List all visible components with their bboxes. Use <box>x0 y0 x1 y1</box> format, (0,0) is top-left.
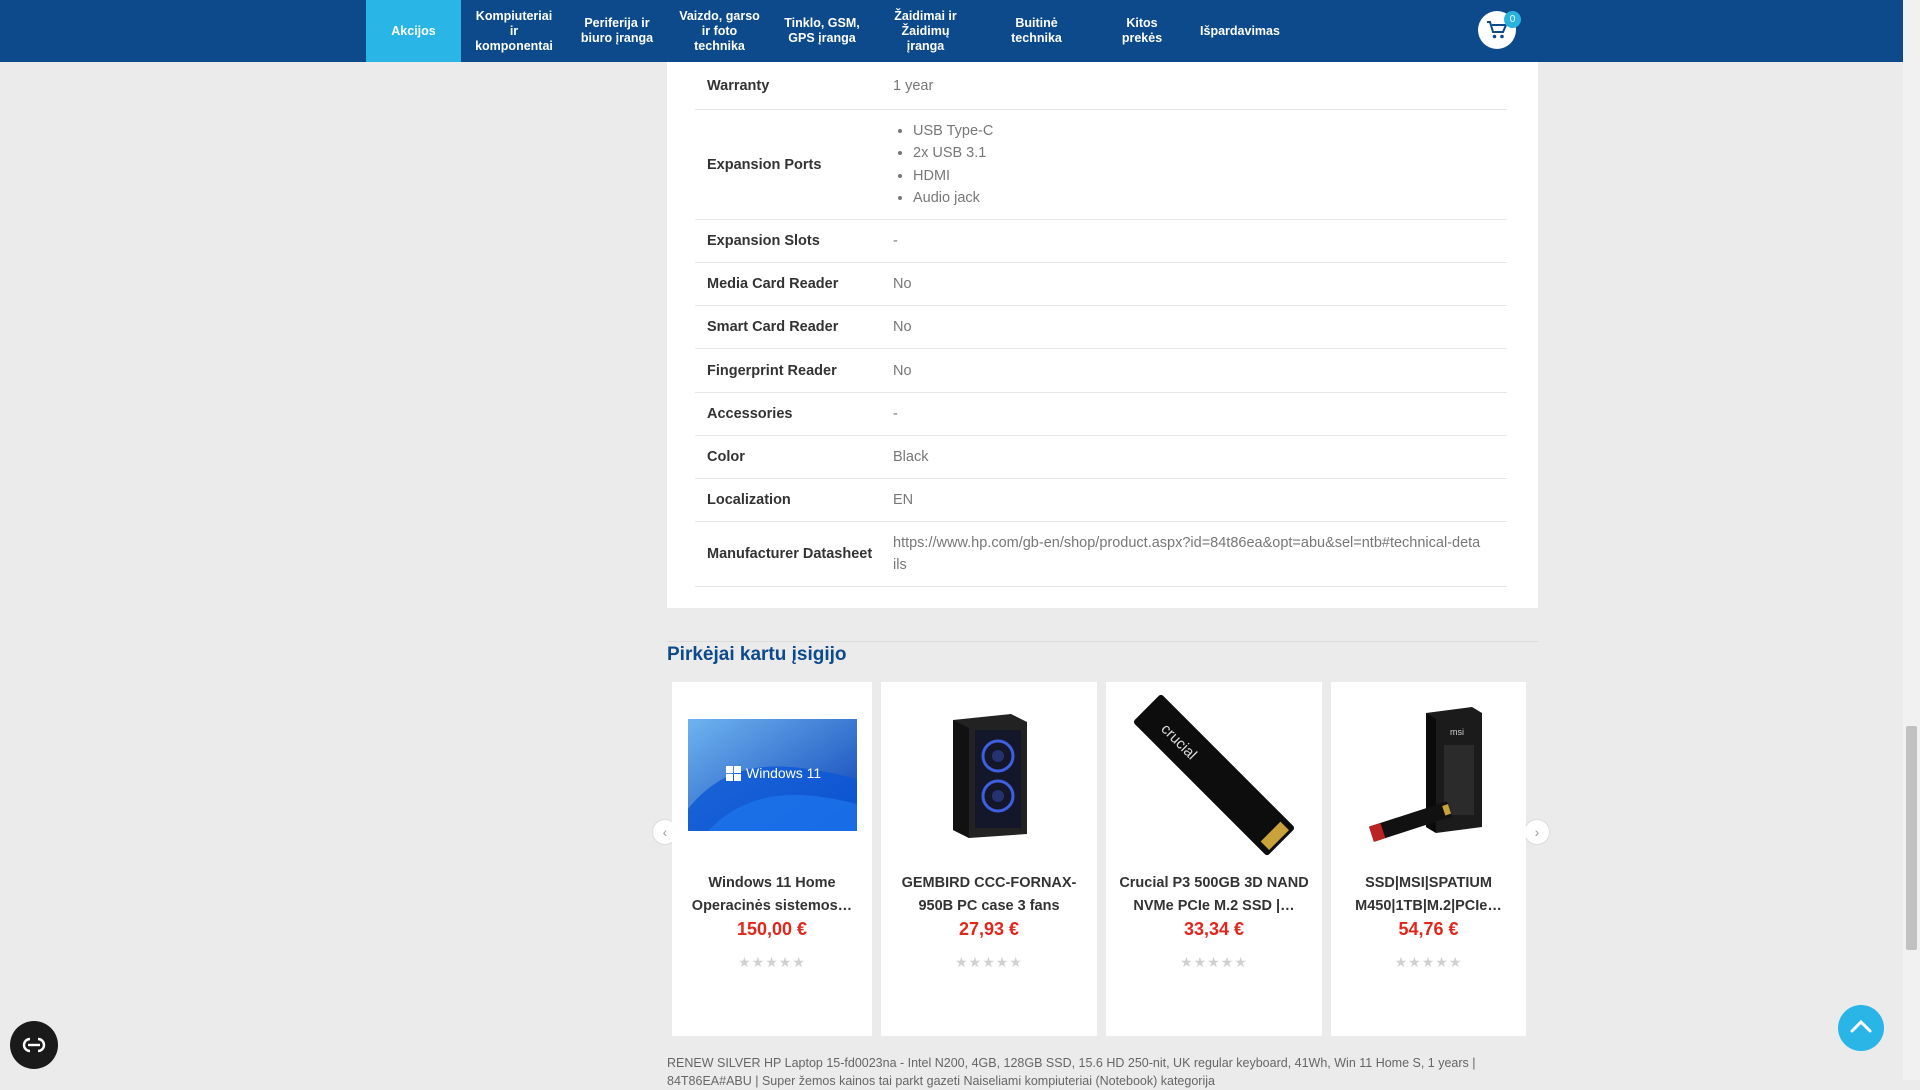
spec-table: Warranty 1 year Expansion Ports USB Type… <box>695 62 1507 587</box>
spec-label: Warranty <box>707 77 770 94</box>
product-image-windows-11[interactable]: Windows 11 <box>672 682 872 868</box>
svg-text:Windows 11: Windows 11 <box>746 765 821 781</box>
nav-item-vaizdo[interactable]: Vaizdo, garso ir foto technika <box>667 0 772 62</box>
spec-row-smart-card-reader: Smart Card Reader No <box>695 306 1507 349</box>
spec-row-warranty: Warranty 1 year <box>695 62 1507 110</box>
spec-row-expansion-ports: Expansion Ports USB Type-C 2x USB 3.1 HD… <box>695 110 1507 220</box>
nav-item-ispardavimas[interactable]: Išpardavimas <box>1190 0 1290 62</box>
spec-label: Localization <box>707 492 791 508</box>
list-item: Audio jack <box>913 187 993 210</box>
spec-value: No <box>893 276 912 292</box>
nav-item-akcijos[interactable]: Akcijos <box>366 0 461 62</box>
product-price: 150,00 € <box>736 919 808 939</box>
spec-label: Expansion Slots <box>707 233 820 249</box>
spec-label: Color <box>707 449 745 465</box>
product-card[interactable]: Windows 11 Windows 11 Home Operacinės si… <box>672 682 872 1036</box>
list-item: 2x USB 3.1 <box>913 142 993 165</box>
spec-row-media-card-reader: Media Card Reader No <box>695 263 1507 306</box>
nav-item-kompiuteriai[interactable]: Kompiuteriai ir komponentai <box>461 0 567 62</box>
nav-item-buitine[interactable]: Buitinė technika <box>979 0 1094 62</box>
spec-value: Black <box>893 449 929 465</box>
svg-text:msi: msi <box>1450 727 1464 737</box>
spec-label: Accessories <box>707 406 793 422</box>
nav-item-periferija[interactable]: Periferija ir biuro įranga <box>567 0 667 62</box>
product-card[interactable]: crucial Crucial P3 500GB 3D NAND NVMe PC… <box>1106 682 1322 1036</box>
rating-stars: ★★★★★ <box>955 954 1023 970</box>
cart-count-badge: 0 <box>1504 11 1521 28</box>
nav-item-kitos[interactable]: Kitos prekės <box>1094 0 1190 62</box>
product-card[interactable]: GEMBIRD CCC-FORNAX-950B PC case 3 fans 2… <box>881 682 1097 1036</box>
spec-value: - <box>893 406 898 422</box>
spec-value: No <box>893 362 912 379</box>
related-products-title: Pirkėjai kartu įsigijo <box>667 644 847 665</box>
spec-label: Smart Card Reader <box>707 319 839 335</box>
product-image-crucial-ssd[interactable]: crucial <box>1106 682 1322 868</box>
list-item: USB Type-C <box>913 120 993 143</box>
rating-stars: ★★★★★ <box>1180 954 1248 970</box>
rating-stars: ★★★★★ <box>1394 954 1463 970</box>
spec-row-fingerprint-reader: Fingerprint Reader No <box>695 349 1507 393</box>
spec-label: Manufacturer Datasheet <box>707 546 873 562</box>
product-card[interactable]: msi SSD|MSI|SPATIUM M450|1TB|M.2|PCIe… 5… <box>1331 682 1526 1036</box>
product-description-footer: RENEW SILVER HP Laptop 15-fd0023na - Int… <box>667 1056 1476 1088</box>
accessibility-icon <box>22 1037 46 1053</box>
spec-label: Media Card Reader <box>707 276 839 292</box>
carousel-next-button[interactable]: › <box>1524 819 1550 845</box>
accessibility-button[interactable] <box>10 1021 58 1069</box>
top-navigation-bar: Akcijos Kompiuteriai ir komponentai Peri… <box>0 0 1903 62</box>
product-name[interactable]: SSD|MSI|SPATIUM M450|1TB|M.2|PCIe… <box>1341 872 1516 917</box>
product-name[interactable]: Crucial P3 500GB 3D NAND NVMe PCIe M.2 S… <box>1116 872 1312 917</box>
product-price: 27,93 € <box>958 919 1020 939</box>
chevron-right-icon: › <box>1534 824 1540 840</box>
product-price: 54,76 € <box>1398 919 1459 939</box>
spec-value: USB Type-C 2x USB 3.1 HDMI Audio jack <box>893 110 1507 219</box>
expansion-ports-list: USB Type-C 2x USB 3.1 HDMI Audio jack <box>893 120 993 210</box>
product-name[interactable]: Windows 11 Home Operacinės sistemos… <box>682 872 862 917</box>
spec-value: https://www.hp.com/gb-en/shop/product.as… <box>893 522 1507 586</box>
spec-value: No <box>893 319 912 335</box>
rating-stars: ★★★★★ <box>738 954 806 970</box>
spec-row-accessories: Accessories - <box>695 393 1507 436</box>
page-scrollbar-thumb[interactable] <box>1906 726 1917 950</box>
nav-menu: Akcijos Kompiuteriai ir komponentai Peri… <box>366 0 1290 62</box>
product-image-pc-case[interactable] <box>881 682 1097 868</box>
spec-value: EN <box>893 492 914 508</box>
product-price: 33,34 € <box>1183 919 1245 939</box>
product-name[interactable]: GEMBIRD CCC-FORNAX-950B PC case 3 fans <box>891 872 1087 917</box>
nav-item-zaidimai[interactable]: Žaidimai ir Žaidimų įranga <box>872 0 979 62</box>
spec-row-expansion-slots: Expansion Slots - <box>695 220 1507 263</box>
nav-item-tinklo[interactable]: Tinklo, GSM, GPS įranga <box>772 0 872 62</box>
chevron-left-icon: ‹ <box>662 824 668 840</box>
spec-row-manufacturer-datasheet: Manufacturer Datasheet https://www.hp.co… <box>695 522 1507 587</box>
datasheet-url: https://www.hp.com/gb-en/shop/product.as… <box>893 534 1481 574</box>
scroll-to-top-button[interactable] <box>1838 1005 1884 1051</box>
spec-row-localization: Localization EN <box>695 479 1507 522</box>
chevron-up-icon <box>1850 1019 1872 1033</box>
spec-value: - <box>893 233 898 249</box>
spec-label: Fingerprint Reader <box>707 362 837 379</box>
spec-row-color: Color Black <box>695 436 1507 479</box>
section-divider <box>667 641 1538 642</box>
spec-label: Expansion Ports <box>707 156 822 173</box>
product-image-msi-ssd[interactable]: msi <box>1331 682 1526 868</box>
list-item: HDMI <box>913 165 993 188</box>
spec-value: 1 year <box>893 77 934 94</box>
